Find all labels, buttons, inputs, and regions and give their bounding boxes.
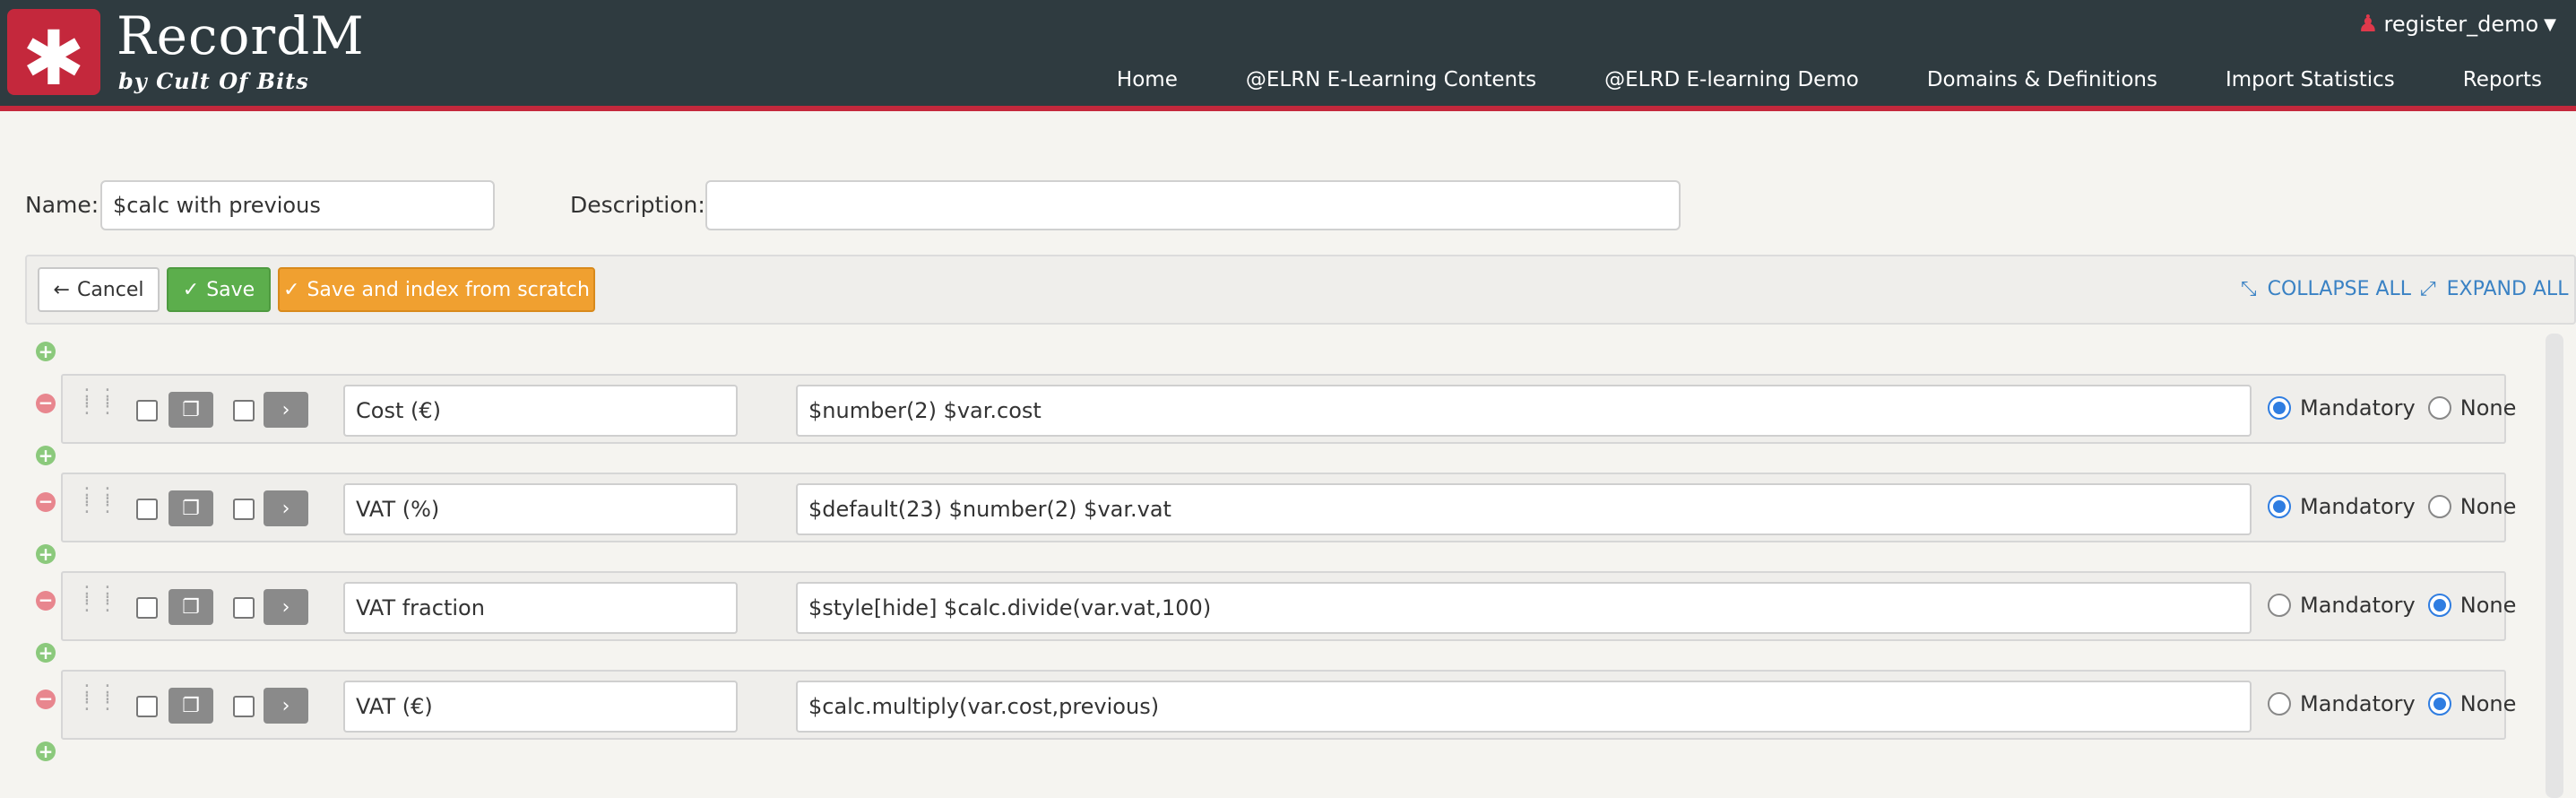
none-radio[interactable] — [2427, 495, 2451, 518]
mandatory-radio[interactable] — [2268, 594, 2291, 617]
field-label-input[interactable]: VAT (%) — [343, 483, 738, 535]
field-row: ⋮⋮ ⋮⋮ ❐ › VAT fraction $style[hide] $calc… — [61, 571, 2516, 641]
field-label-input[interactable]: VAT (€) — [343, 681, 738, 733]
required-radio-group: Mandatory None — [2268, 691, 2528, 716]
chevron-right-icon[interactable]: › — [264, 688, 308, 724]
expand-all-button[interactable]: ⤢ EXPAND ALL — [2420, 278, 2568, 300]
collapse-all-button[interactable]: ⤡ COLLAPSE ALL — [2241, 278, 2411, 300]
field-row: ⋮⋮ ⋮⋮ ❐ › VAT (%) $default(23) $number(2)… — [61, 473, 2516, 542]
nav-home[interactable]: Home — [1117, 68, 1178, 91]
row-checkbox[interactable] — [233, 597, 255, 619]
description-input[interactable] — [705, 180, 1681, 230]
row-checkbox[interactable] — [136, 597, 158, 619]
required-radio-group: Mandatory None — [2268, 593, 2528, 618]
required-radio-group: Mandatory None — [2268, 395, 2528, 421]
expand-icon: ⤢ — [2420, 278, 2436, 300]
drag-handle-icon[interactable]: ⋮⋮ ⋮⋮ — [77, 486, 117, 526]
name-input[interactable]: $calc with previous — [100, 180, 495, 230]
none-radio[interactable] — [2427, 594, 2451, 617]
duplicate-icon[interactable]: ❐ — [169, 392, 213, 428]
remove-field-button[interactable]: − — [36, 394, 56, 413]
mandatory-radio[interactable] — [2268, 692, 2291, 716]
add-field-button[interactable]: + — [36, 643, 56, 663]
required-radio-group: Mandatory None — [2268, 494, 2528, 519]
user-menu[interactable]: ♟ register_demo ▼ — [2357, 11, 2556, 38]
field-description-input[interactable]: $default(23) $number(2) $var.vat — [796, 483, 2252, 535]
nav-import-statistics[interactable]: Import Statistics — [2226, 68, 2395, 91]
description-label: Description: — [570, 192, 705, 218]
brand-title: RecordM — [117, 5, 365, 66]
drag-handle-icon[interactable]: ⋮⋮ ⋮⋮ — [77, 387, 117, 428]
brand-subtitle: by Cult Of Bits — [118, 68, 309, 94]
row-checkbox[interactable] — [136, 696, 158, 717]
save-button[interactable]: ✓ Save — [167, 267, 271, 312]
field-description-input[interactable]: $calc.multiply(var.cost,previous) — [796, 681, 2252, 733]
remove-field-button[interactable]: − — [36, 591, 56, 611]
field-label-input[interactable]: VAT fraction — [343, 582, 738, 634]
remove-field-button[interactable]: − — [36, 690, 56, 709]
chevron-right-icon[interactable]: › — [264, 589, 308, 625]
add-field-button[interactable]: + — [36, 544, 56, 564]
caret-down-icon: ▼ — [2544, 14, 2556, 34]
logo-icon[interactable]: ✱ — [7, 9, 100, 96]
compress-icon: ⤡ — [2241, 278, 2257, 300]
field-description-input[interactable]: $style[hide] $calc.divide(var.vat,100) — [796, 582, 2252, 634]
duplicate-icon[interactable]: ❐ — [169, 589, 213, 625]
row-checkbox[interactable] — [233, 499, 255, 520]
chevron-right-icon[interactable]: › — [264, 490, 308, 526]
add-field-button[interactable]: + — [36, 342, 56, 361]
vertical-scrollbar[interactable] — [2546, 334, 2563, 798]
duplicate-icon[interactable]: ❐ — [169, 688, 213, 724]
none-radio[interactable] — [2427, 692, 2451, 716]
save-and-index-button[interactable]: ✓ Save and index from scratch — [278, 267, 595, 312]
drag-handle-icon[interactable]: ⋮⋮ ⋮⋮ — [77, 585, 117, 625]
mandatory-radio[interactable] — [2268, 495, 2291, 518]
user-icon: ♟ — [2357, 11, 2379, 38]
add-field-button[interactable]: + — [36, 742, 56, 761]
action-toolbar: ← Cancel ✓ Save ✓ Save and index from sc… — [25, 255, 2576, 325]
nav-elrd[interactable]: @ELRD E-learning Demo — [1604, 68, 1859, 91]
nav-domains[interactable]: Domains & Definitions — [1927, 68, 2157, 91]
add-field-button[interactable]: + — [36, 446, 56, 465]
row-checkbox[interactable] — [233, 400, 255, 421]
main-nav: Home @ELRN E-Learning Contents @ELRD E-l… — [1117, 68, 2542, 91]
check-icon: ✓ — [182, 278, 200, 301]
nav-elrn[interactable]: @ELRN E-Learning Contents — [1246, 68, 1536, 91]
none-radio[interactable] — [2427, 396, 2451, 420]
username: register_demo — [2383, 12, 2539, 37]
field-row: ⋮⋮ ⋮⋮ ❐ › Cost (€) $number(2) $var.cost M… — [61, 374, 2516, 444]
chevron-right-icon[interactable]: › — [264, 392, 308, 428]
row-checkbox[interactable] — [136, 400, 158, 421]
mandatory-radio[interactable] — [2268, 396, 2291, 420]
field-description-input[interactable]: $number(2) $var.cost — [796, 385, 2252, 437]
row-checkbox[interactable] — [233, 696, 255, 717]
nav-reports[interactable]: Reports — [2463, 68, 2542, 91]
drag-handle-icon[interactable]: ⋮⋮ ⋮⋮ — [77, 683, 117, 724]
remove-field-button[interactable]: − — [36, 492, 56, 512]
arrow-left-icon: ← — [53, 278, 70, 301]
cancel-button[interactable]: ← Cancel — [38, 267, 160, 312]
field-row: ⋮⋮ ⋮⋮ ❐ › VAT (€) $calc.multiply(var.cost… — [61, 670, 2516, 740]
check-icon: ✓ — [283, 278, 300, 301]
name-label: Name: — [25, 192, 99, 218]
row-checkbox[interactable] — [136, 499, 158, 520]
app-header: ✱ RecordM by Cult Of Bits ♟ register_dem… — [0, 0, 2576, 111]
field-label-input[interactable]: Cost (€) — [343, 385, 738, 437]
duplicate-icon[interactable]: ❐ — [169, 490, 213, 526]
